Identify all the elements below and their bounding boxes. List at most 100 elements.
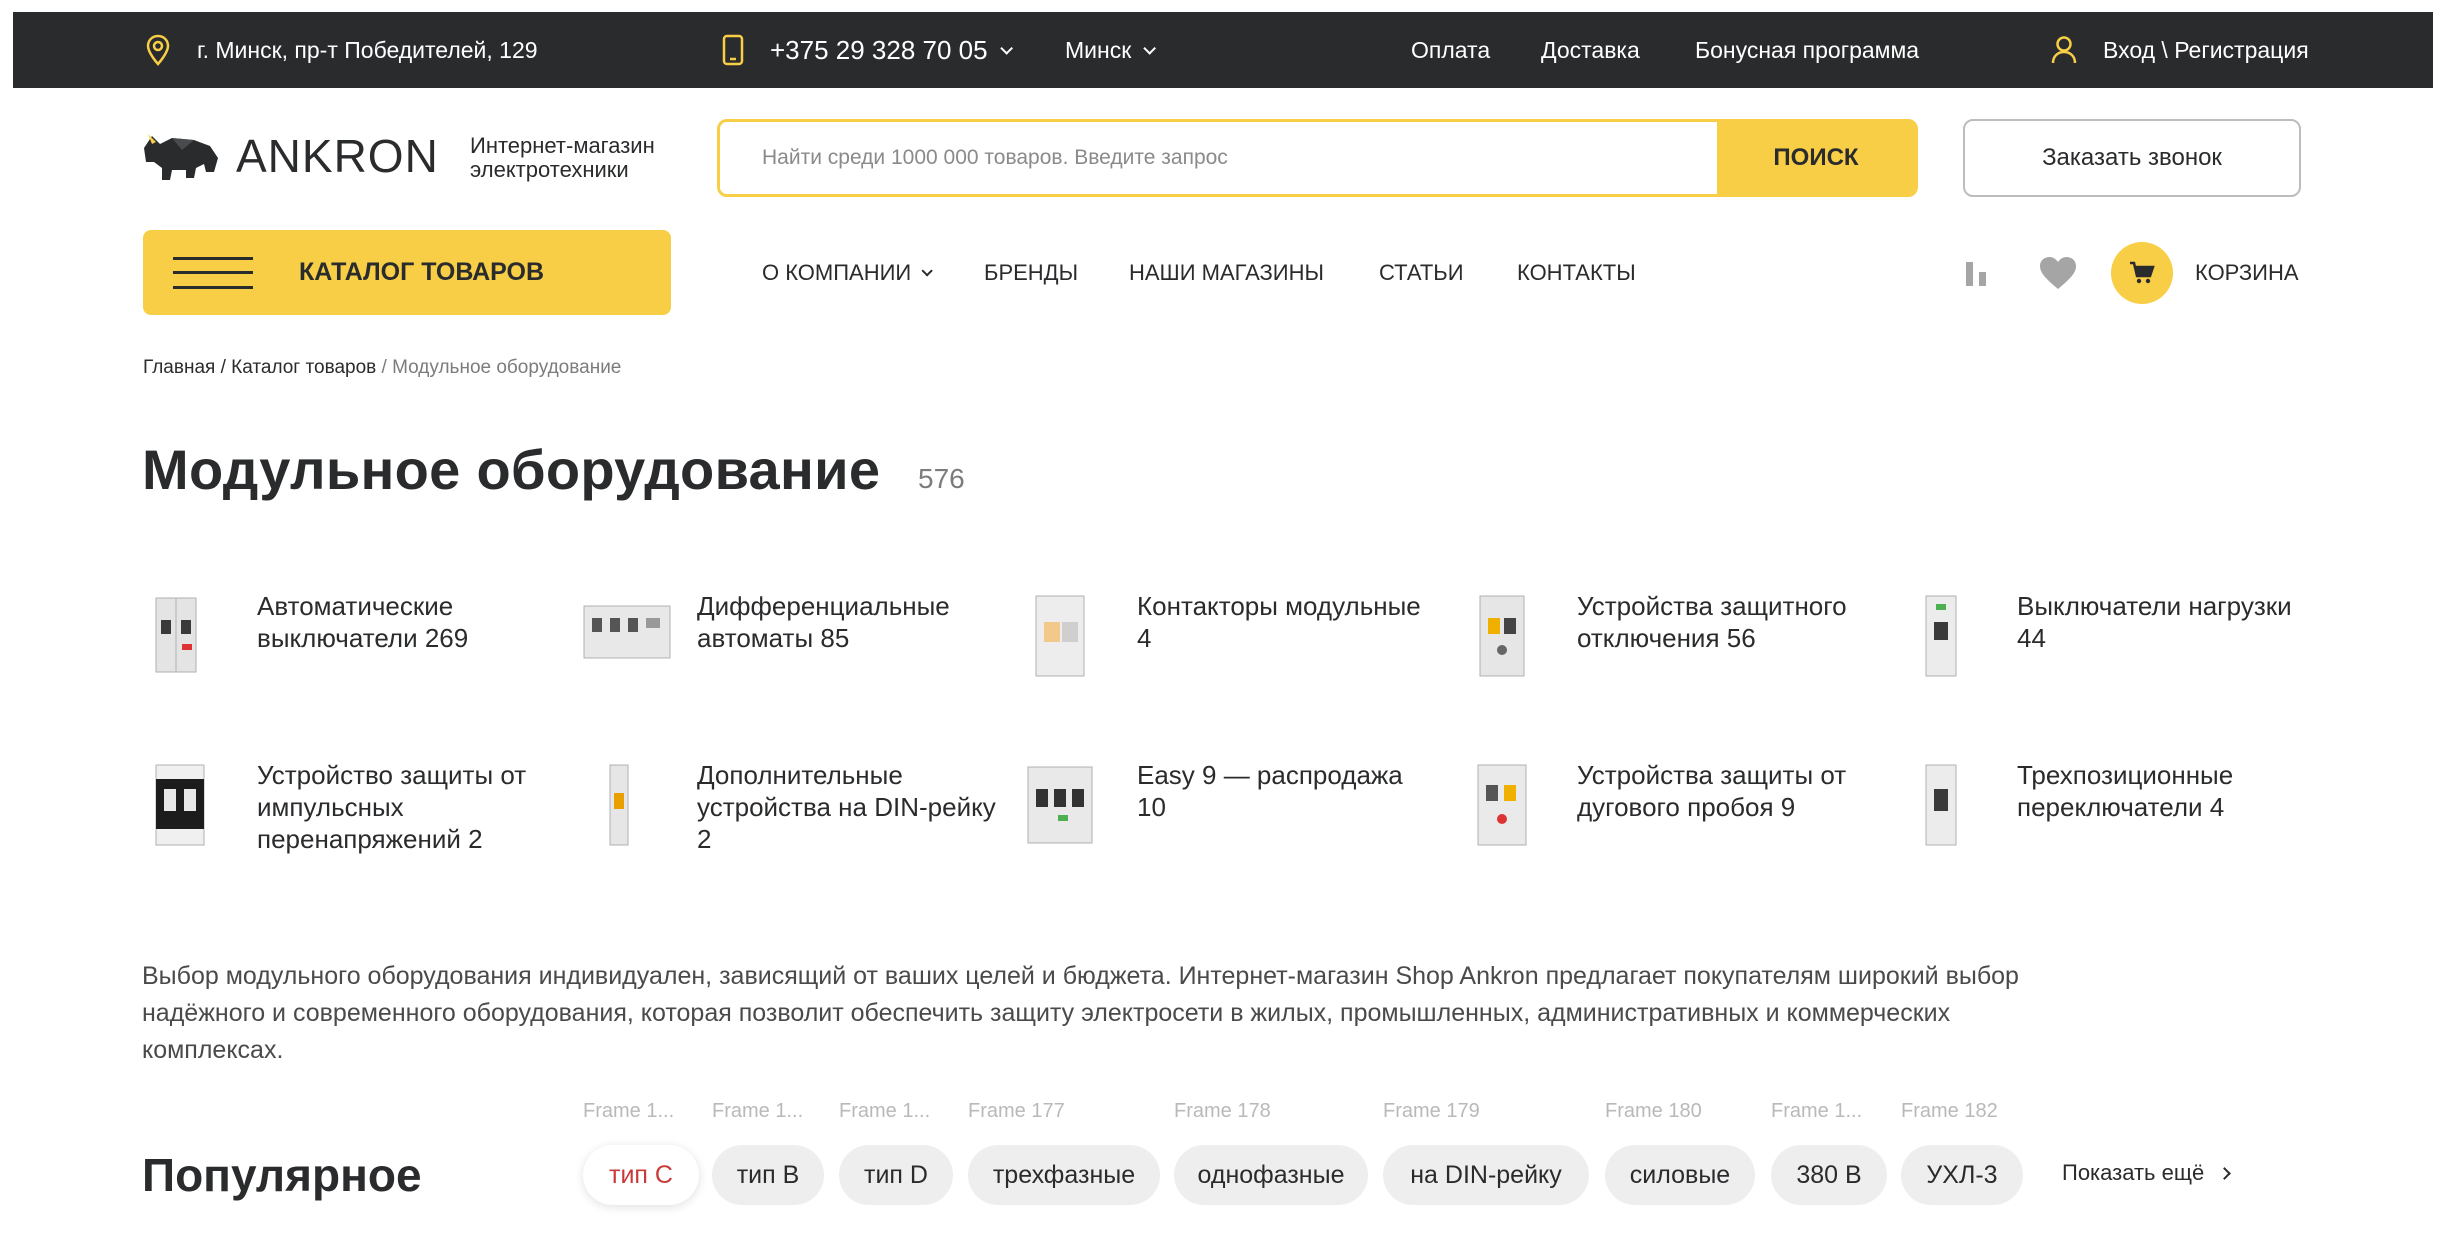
product-count: 576: [918, 463, 965, 494]
link-bonus-program[interactable]: Бонусная программа: [1695, 12, 1919, 88]
tagline-line-1: Интернет-магазин: [470, 133, 655, 158]
nav-about-label: О КОМПАНИИ: [762, 259, 912, 285]
address-text: г. Минск, пр-т Победителей, 129: [197, 36, 538, 63]
chevron-right-icon: [2218, 1166, 2232, 1180]
popular-chip-group: Frame 177 трехфазные: [968, 1100, 1160, 1210]
favorites-button[interactable]: [2038, 230, 2078, 315]
user-icon: [2051, 36, 2077, 64]
login-register[interactable]: Вход \ Регистрация: [2051, 12, 2309, 88]
nav-about[interactable]: О КОМПАНИИ: [762, 230, 934, 315]
category-name: Easy 9 — распродажа 10: [1137, 760, 1403, 822]
category-name: Трехпозиционные переключатели 4: [2017, 760, 2234, 822]
chip-caption: Frame 1...: [839, 1100, 931, 1122]
popular-chip-group: Frame 1... тип D: [839, 1100, 953, 1210]
category-card[interactable]: Трехпозиционные переключатели 4: [1902, 759, 2322, 879]
nav-brands[interactable]: БРЕНДЫ: [984, 230, 1078, 315]
chip-caption: Frame 179: [1383, 1100, 1480, 1122]
category-name: Дифференциальные автоматы 85: [697, 591, 950, 653]
search-bar: ПОИСК: [717, 119, 1918, 197]
popular-title: Популярное: [142, 1149, 422, 1201]
heart-icon: [2040, 256, 2076, 289]
popular-chip-group: Frame 180 силовые: [1605, 1100, 1755, 1210]
category-card[interactable]: Автоматические выключатели 269: [142, 590, 562, 710]
category-card[interactable]: Устройства защитного отключения 56: [1462, 590, 1882, 710]
login-register-label: Вход \ Регистрация: [2103, 36, 2309, 63]
din-rail-accessory-icon: [609, 764, 629, 846]
popular-chip-group: Frame 1... 380 В: [1771, 1100, 1887, 1210]
chip-caption: Frame 178: [1174, 1100, 1271, 1122]
category-name: Устройства защиты от дугового пробоя 9: [1577, 760, 1847, 822]
category-name: Устройства защитного отключения 56: [1577, 591, 1847, 653]
chip-caption: Frame 180: [1605, 1100, 1702, 1122]
menu-icon: [173, 256, 253, 289]
category-card[interactable]: Устройства защиты от дугового пробоя 9: [1462, 759, 1882, 879]
breadcrumb: Главная / Каталог товаров / Модульное об…: [143, 357, 621, 379]
category-card[interactable]: Easy 9 — распродажа 10: [1022, 759, 1442, 879]
chip-caption: Frame 1...: [583, 1100, 675, 1122]
search-input[interactable]: [720, 122, 1717, 194]
catalog-button[interactable]: КАТАЛОГ ТОВАРОВ: [143, 230, 671, 315]
compare-icon: [1966, 261, 1986, 286]
nav-stores[interactable]: НАШИ МАГАЗИНЫ: [1129, 230, 1324, 315]
rcd-icon: [1479, 595, 1525, 677]
category-name: Автоматические выключатели 269: [257, 591, 469, 653]
popular-chip[interactable]: однофазные: [1174, 1145, 1368, 1205]
surge-protector-icon: [155, 764, 205, 846]
breadcrumb-separator: /: [220, 357, 232, 378]
popular-chip[interactable]: на DIN-рейку: [1383, 1145, 1589, 1205]
tagline: Интернет-магазин электротехники: [470, 134, 655, 182]
popular-chip[interactable]: 380 В: [1771, 1145, 1887, 1205]
popular-chip-group: Frame 1... тип С: [583, 1100, 699, 1210]
popular-chip[interactable]: тип С: [583, 1145, 699, 1205]
popular-chip-group: Frame 1... тип В: [712, 1100, 824, 1210]
three-position-switch-icon: [1925, 764, 1957, 846]
popular-chip[interactable]: тип В: [712, 1145, 824, 1205]
arc-fault-device-icon: [1477, 764, 1527, 846]
nav-articles[interactable]: СТАТЬИ: [1379, 230, 1464, 315]
popular-chip[interactable]: тип D: [839, 1145, 953, 1205]
chevron-down-icon: [1143, 41, 1157, 55]
city-label: Минск: [1065, 36, 1132, 63]
popular-chip[interactable]: силовые: [1605, 1145, 1755, 1205]
link-delivery[interactable]: Доставка: [1541, 12, 1640, 88]
bull-logo-icon: [144, 134, 218, 180]
chevron-down-icon: [999, 41, 1013, 55]
popular-chip[interactable]: трехфазные: [968, 1145, 1160, 1205]
page-title: Модульное оборудование: [142, 438, 881, 501]
popular-chip[interactable]: УХЛ-3: [1901, 1145, 2023, 1205]
circuit-breaker-icon: [155, 597, 197, 673]
compare-button[interactable]: [1962, 230, 1992, 315]
breadcrumb-home[interactable]: Главная: [143, 357, 215, 378]
logo[interactable]: ANKRON: [142, 128, 439, 184]
nav-contacts[interactable]: КОНТАКТЫ: [1517, 230, 1636, 315]
popular-chip-group: Frame 182 УХЛ-3: [1901, 1100, 2023, 1210]
callback-button[interactable]: Заказать звонок: [1963, 119, 2301, 197]
logo-text: ANKRON: [236, 130, 439, 182]
chip-caption: Frame 1...: [712, 1100, 804, 1122]
cart-label: КОРЗИНА: [2195, 259, 2299, 285]
link-payment[interactable]: Оплата: [1411, 12, 1490, 88]
easy9-breaker-icon: [1027, 766, 1093, 844]
category-card[interactable]: Устройство защиты от импульсных перенапр…: [142, 759, 562, 879]
load-switch-icon: [1925, 595, 1957, 677]
contactor-icon: [1035, 595, 1085, 677]
show-more-link[interactable]: Показать ещё: [2062, 1160, 2232, 1186]
category-card[interactable]: Дополнительные устройства на DIN-рейку 2: [582, 759, 1002, 879]
chip-caption: Frame 182: [1901, 1100, 1998, 1122]
cart-icon-circle: [2111, 241, 2173, 304]
phone-icon: [722, 34, 744, 66]
popular-chip-group: Frame 179 на DIN-рейку: [1383, 1100, 1589, 1210]
breadcrumb-catalog[interactable]: Каталог товаров: [231, 357, 376, 378]
phone-dropdown[interactable]: +375 29 328 70 05: [722, 12, 1013, 88]
cart-button[interactable]: КОРЗИНА: [2111, 230, 2299, 315]
category-card[interactable]: Дифференциальные автоматы 85: [582, 590, 1002, 710]
phone-number: +375 29 328 70 05: [770, 34, 988, 65]
category-card[interactable]: Контакторы модульные 4: [1022, 590, 1442, 710]
address[interactable]: г. Минск, пр-т Победителей, 129: [145, 12, 538, 88]
location-pin-icon: [146, 34, 170, 66]
city-dropdown[interactable]: Минск: [1065, 12, 1157, 88]
category-card[interactable]: Выключатели нагрузки 44: [1902, 590, 2322, 710]
catalog-label: КАТАЛОГ ТОВАРОВ: [299, 258, 545, 286]
cart-icon: [2130, 261, 2155, 283]
search-button[interactable]: ПОИСК: [1717, 122, 1915, 194]
